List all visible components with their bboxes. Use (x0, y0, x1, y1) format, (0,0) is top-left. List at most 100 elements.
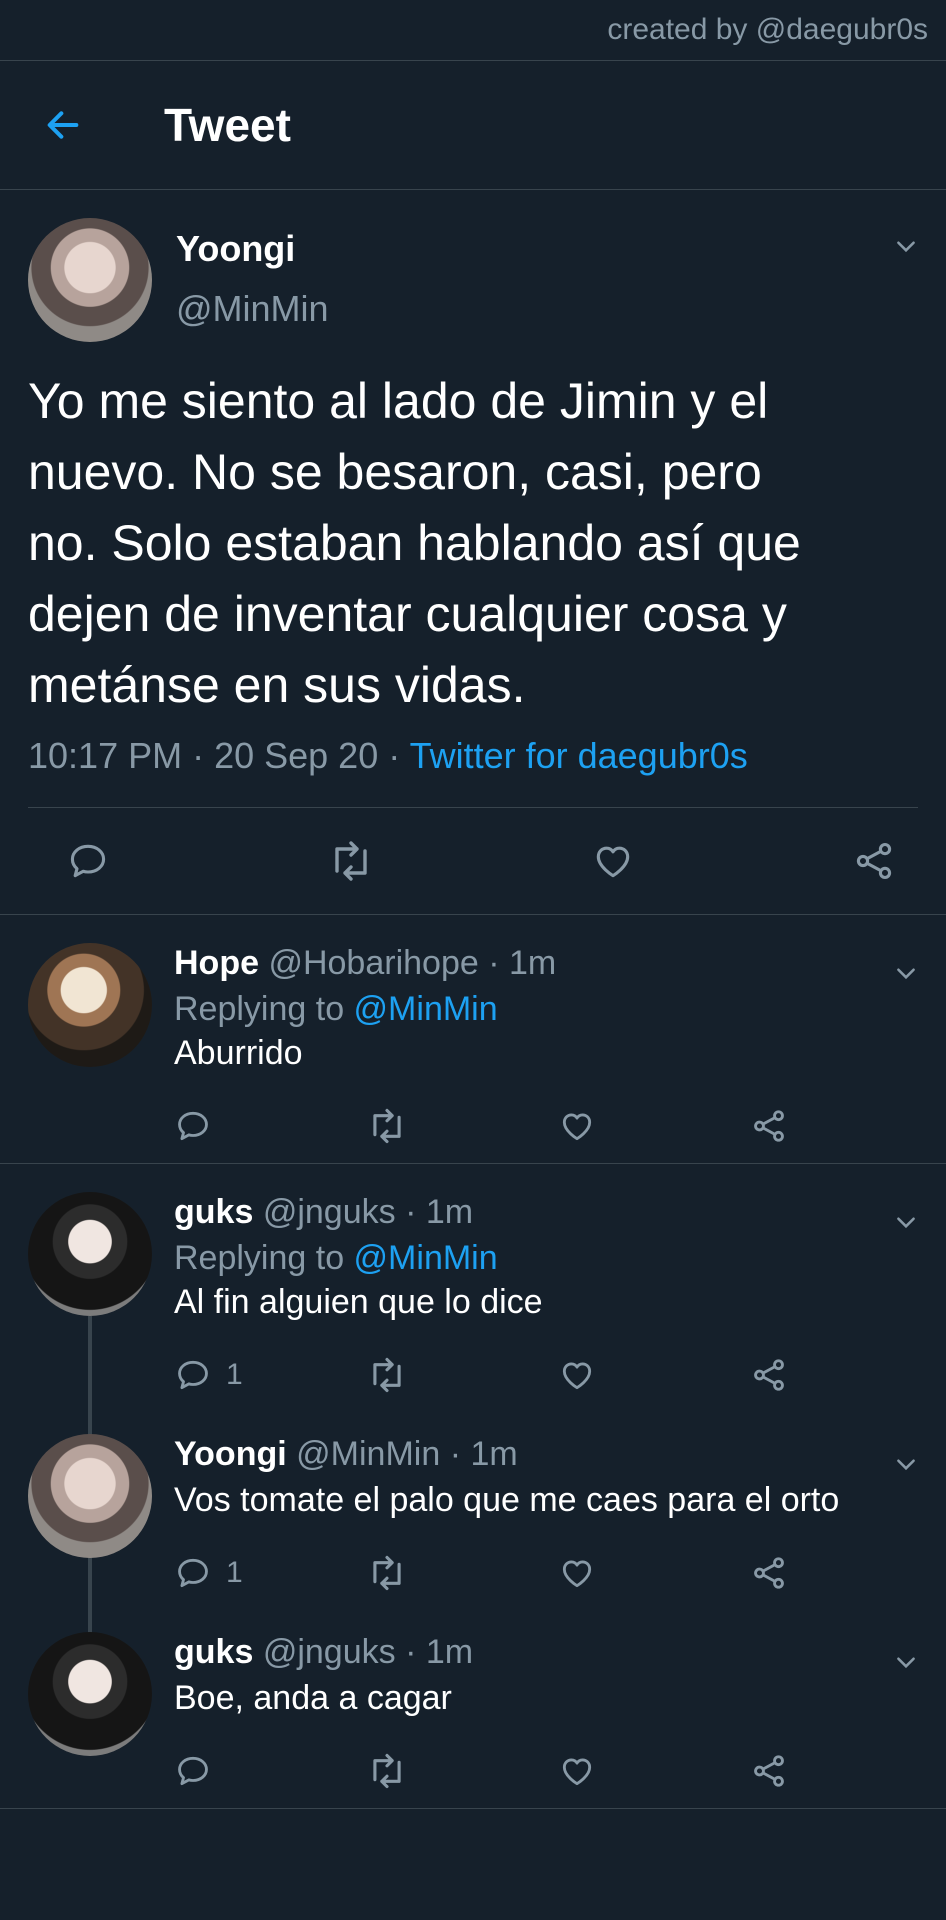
chevron-down-icon (897, 241, 915, 253)
share-icon (754, 1359, 784, 1391)
retweet-icon (334, 841, 367, 881)
like-button[interactable] (558, 1554, 596, 1592)
share-button[interactable] (750, 1107, 788, 1145)
reply-tweet[interactable]: Yoongi @MinMin · 1m Vos tomate el palo q… (0, 1412, 946, 1610)
reply-author-handle[interactable]: @MinMin (296, 1435, 440, 1473)
share-icon (754, 1755, 784, 1787)
main-tweet: Yoongi @MinMin Yo me siento al lado de J… (0, 190, 946, 808)
reply-icon (178, 1558, 208, 1588)
replying-to: Replying to @MinMin (174, 987, 942, 1031)
reply-header: Hope @Hobarihope · 1m (174, 943, 942, 983)
retweet-button[interactable] (327, 839, 375, 883)
reply-author-handle[interactable]: @jnguks (263, 1633, 396, 1671)
avatar[interactable] (28, 218, 152, 342)
reply-author-name[interactable]: guks (174, 1633, 253, 1671)
replying-to-mention[interactable]: @MinMin (354, 1239, 498, 1277)
reply-options-button[interactable] (892, 959, 920, 987)
retweet-button[interactable] (366, 1752, 408, 1790)
like-button[interactable] (591, 839, 635, 883)
replying-to-mention[interactable]: @MinMin (354, 990, 498, 1028)
reply-options-button[interactable] (892, 1648, 920, 1676)
replying-to-label: Replying to (174, 990, 354, 1028)
top-bar: Tweet (0, 61, 946, 190)
share-icon (856, 842, 892, 880)
reply-time: · 1m (449, 1435, 518, 1473)
like-button[interactable] (558, 1356, 596, 1394)
tweet-timestamp: 10:17 PM · 20 Sep 20 · (28, 735, 410, 776)
share-button[interactable] (750, 1554, 788, 1592)
share-icon (754, 1110, 784, 1142)
reply-time: · 1m (488, 944, 557, 982)
reply-header: Yoongi @MinMin · 1m (174, 1434, 942, 1474)
reply-author-name[interactable]: Hope (174, 944, 259, 982)
like-icon (597, 846, 630, 878)
tweet-page: created by @daegubr0s Tweet Yoongi @MinM… (0, 0, 946, 1920)
reply-time: · 1m (405, 1193, 474, 1231)
reply-actions: 1 (174, 1536, 942, 1610)
reply-text: Aburrido (174, 1034, 303, 1072)
tweet-options-button[interactable] (892, 232, 920, 260)
replying-to: Replying to @MinMin (174, 1236, 942, 1280)
reply-button[interactable] (174, 1752, 212, 1790)
retweet-icon (373, 1108, 401, 1144)
reply-button[interactable] (66, 839, 110, 883)
reply-options-button[interactable] (892, 1208, 920, 1236)
share-button[interactable] (750, 1752, 788, 1790)
chevron-down-icon (897, 1459, 915, 1471)
back-arrow-icon (47, 111, 79, 139)
chevron-down-icon (897, 1217, 915, 1229)
reply-count: 1 (226, 1358, 243, 1391)
reply-tweet[interactable]: guks @jnguks · 1m Boe, anda a cagar (0, 1610, 946, 1809)
retweet-icon (373, 1753, 401, 1789)
reply-author-name[interactable]: guks (174, 1193, 253, 1231)
reply-author-name[interactable]: Yoongi (174, 1435, 287, 1473)
credit-text: created by @daegubr0s (0, 0, 946, 61)
reply-options-button[interactable] (892, 1450, 920, 1478)
reply-count: 1 (226, 1556, 243, 1589)
reply-tweet[interactable]: Hope @Hobarihope · 1m Replying to @MinMi… (0, 915, 946, 1164)
reply-actions: 1 (174, 1338, 942, 1412)
chevron-down-icon (897, 1657, 915, 1669)
share-button[interactable] (750, 1356, 788, 1394)
like-icon (562, 1758, 592, 1786)
reply-icon (178, 1756, 208, 1786)
retweet-icon (373, 1555, 401, 1591)
reply-author-handle[interactable]: @jnguks (263, 1193, 396, 1231)
reply-text: Boe, anda a cagar (174, 1679, 452, 1717)
retweet-icon (373, 1357, 401, 1393)
reply-icon (178, 1360, 208, 1390)
reply-header: guks @jnguks · 1m (174, 1192, 942, 1232)
reply-button[interactable] (174, 1554, 212, 1592)
reply-header: guks @jnguks · 1m (174, 1632, 942, 1672)
like-icon (562, 1560, 592, 1588)
like-button[interactable] (558, 1752, 596, 1790)
reply-tweet[interactable]: guks @jnguks · 1m Replying to @MinMin Al… (0, 1164, 946, 1412)
like-button[interactable] (558, 1107, 596, 1145)
tweet-text: Yo me siento al lado de Jimin y el nuevo… (28, 373, 801, 713)
retweet-button[interactable] (366, 1554, 408, 1592)
tweet-actions (0, 808, 946, 915)
reply-icon (70, 844, 106, 878)
retweet-button[interactable] (366, 1356, 408, 1394)
reply-thread: guks @jnguks · 1m Replying to @MinMin Al… (0, 1164, 946, 1809)
reply-text: Al fin alguien que lo dice (174, 1283, 543, 1321)
avatar[interactable] (28, 1192, 152, 1316)
back-button[interactable] (30, 92, 96, 158)
like-icon (562, 1113, 592, 1141)
reply-author-handle[interactable]: @Hobarihope (268, 944, 478, 982)
avatar[interactable] (28, 1434, 152, 1558)
reply-button[interactable] (174, 1356, 212, 1394)
avatar[interactable] (28, 943, 152, 1067)
reply-actions (174, 1089, 942, 1163)
author-name[interactable]: Yoongi (176, 228, 329, 270)
reply-time: · 1m (405, 1633, 474, 1671)
share-button[interactable] (852, 839, 896, 883)
author-handle[interactable]: @MinMin (176, 288, 329, 330)
tweet-meta: 10:17 PM · 20 Sep 20 · Twitter for daegu… (28, 735, 918, 777)
chevron-down-icon (897, 968, 915, 980)
like-icon (562, 1362, 592, 1390)
avatar[interactable] (28, 1632, 152, 1756)
reply-button[interactable] (174, 1107, 212, 1145)
retweet-button[interactable] (366, 1107, 408, 1145)
tweet-source-link[interactable]: Twitter for daegubr0s (410, 735, 748, 776)
